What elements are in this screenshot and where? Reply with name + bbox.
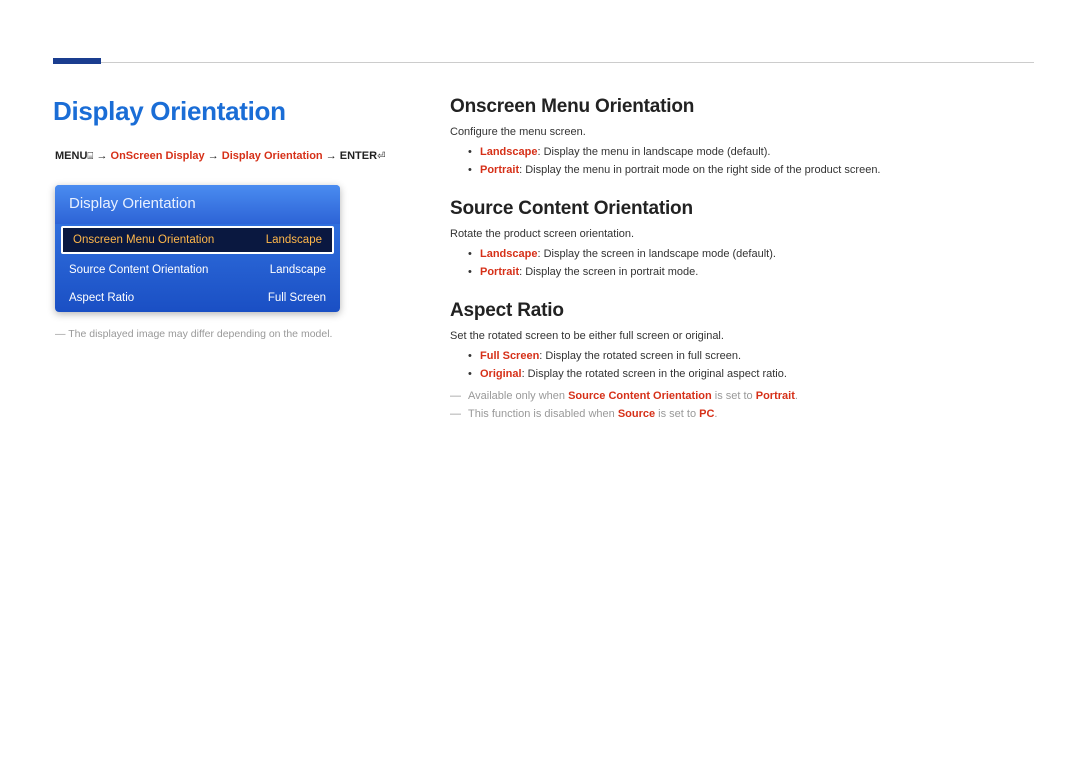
- bullet-key: Landscape: [480, 248, 537, 260]
- section-heading: Source Content Orientation: [450, 198, 1034, 220]
- osd-menu-row-selected: Onscreen Menu Orientation Landscape: [61, 226, 334, 254]
- header-rule: [101, 62, 1034, 63]
- section-intro: Configure the menu screen.: [450, 126, 1034, 138]
- breadcrumb-menu: MENU: [55, 150, 87, 162]
- page-title: Display Orientation: [53, 96, 286, 127]
- bullet-item: Portrait: Display the screen in portrait…: [468, 266, 1034, 278]
- breadcrumb-part2: Display Orientation: [222, 150, 323, 162]
- section-heading: Onscreen Menu Orientation: [450, 96, 1034, 118]
- osd-menu-preview: Display Orientation Onscreen Menu Orient…: [55, 185, 340, 312]
- note-list: Available only when Source Content Orien…: [450, 390, 1034, 420]
- note-post: .: [714, 408, 717, 420]
- bullet-item: Full Screen: Display the rotated screen …: [468, 350, 1034, 362]
- bullet-item: Original: Display the rotated screen in …: [468, 368, 1034, 380]
- osd-menu-row: Source Content Orientation Landscape: [55, 256, 340, 284]
- bullet-list: Landscape: Display the menu in landscape…: [468, 146, 1034, 176]
- bullet-key: Portrait: [480, 266, 519, 278]
- note-key: PC: [699, 408, 714, 420]
- breadcrumb: MENU⌸ → OnScreen Display → Display Orien…: [55, 150, 385, 162]
- bullet-key: Original: [480, 368, 522, 380]
- note-item: Available only when Source Content Orien…: [450, 390, 1034, 402]
- section-intro: Rotate the product screen orientation.: [450, 228, 1034, 240]
- note-mid: is set to: [655, 408, 699, 420]
- bullet-key: Full Screen: [480, 350, 539, 362]
- note-pre: Available only when: [468, 390, 568, 402]
- breadcrumb-enter: ENTER: [340, 150, 377, 162]
- arrow: →: [93, 150, 110, 162]
- caption-text: The displayed image may differ depending…: [68, 328, 332, 340]
- bullet-text: : Display the menu in landscape mode (de…: [537, 146, 770, 158]
- arrow: →: [205, 150, 222, 162]
- bullet-key: Landscape: [480, 146, 537, 158]
- bullet-item: Landscape: Display the menu in landscape…: [468, 146, 1034, 158]
- enter-icon: ⏎: [377, 151, 385, 162]
- osd-row-value: Landscape: [270, 264, 326, 276]
- osd-row-value: Landscape: [266, 234, 322, 246]
- bullet-text: : Display the screen in portrait mode.: [519, 266, 698, 278]
- breadcrumb-part1: OnScreen Display: [111, 150, 205, 162]
- header-accent-bar: [53, 58, 101, 64]
- bullet-text: : Display the rotated screen in the orig…: [522, 368, 787, 380]
- content-column: Onscreen Menu Orientation Configure the …: [450, 96, 1034, 430]
- osd-menu-header: Display Orientation: [55, 185, 340, 224]
- note-mid: is set to: [712, 390, 756, 402]
- osd-row-value: Full Screen: [268, 292, 326, 304]
- note-key: Portrait: [756, 390, 795, 402]
- osd-menu-row: Aspect Ratio Full Screen: [55, 284, 340, 312]
- osd-row-label: Source Content Orientation: [69, 264, 208, 276]
- bullet-item: Landscape: Display the screen in landsca…: [468, 248, 1034, 260]
- osd-row-label: Onscreen Menu Orientation: [73, 234, 214, 246]
- bullet-list: Landscape: Display the screen in landsca…: [468, 248, 1034, 278]
- section-heading: Aspect Ratio: [450, 300, 1034, 322]
- note-pre: This function is disabled when: [468, 408, 618, 420]
- note-key: Source Content Orientation: [568, 390, 712, 402]
- bullet-text: : Display the screen in landscape mode (…: [537, 248, 775, 260]
- osd-row-label: Aspect Ratio: [69, 292, 134, 304]
- note-item: This function is disabled when Source is…: [450, 408, 1034, 420]
- bullet-text: : Display the menu in portrait mode on t…: [519, 164, 880, 176]
- note-post: .: [795, 390, 798, 402]
- bullet-list: Full Screen: Display the rotated screen …: [468, 350, 1034, 380]
- note-key: Source: [618, 408, 655, 420]
- bullet-item: Portrait: Display the menu in portrait m…: [468, 164, 1034, 176]
- bullet-text: : Display the rotated screen in full scr…: [539, 350, 741, 362]
- arrow: →: [323, 150, 340, 162]
- section-intro: Set the rotated screen to be either full…: [450, 330, 1034, 342]
- bullet-key: Portrait: [480, 164, 519, 176]
- image-caption: ― The displayed image may differ dependi…: [55, 328, 332, 340]
